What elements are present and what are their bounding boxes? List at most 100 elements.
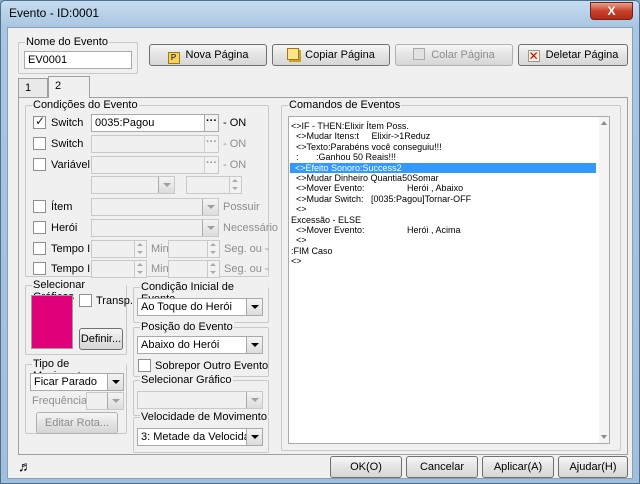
- hero-select[interactable]: [91, 219, 219, 237]
- item-checkbox[interactable]: [33, 200, 46, 213]
- frequency-label: Frequência:: [32, 395, 91, 407]
- command-line[interactable]: <>: [291, 256, 302, 266]
- switch2-suffix: - ON: [223, 138, 247, 150]
- item-select[interactable]: [91, 198, 219, 216]
- variable-suffix: - ON: [223, 159, 247, 171]
- scroll-up-icon[interactable]: [601, 121, 607, 125]
- timer2-checkbox[interactable]: [33, 262, 46, 275]
- command-line[interactable]: <>Mudar Itens:t Elixir->1Reduz: [291, 131, 430, 141]
- transp-checkbox[interactable]: [79, 294, 92, 307]
- variable-operator-select[interactable]: [91, 176, 175, 194]
- graphics-group: Selecionar Gráficos Transp. Definir...: [25, 279, 133, 355]
- timer2-min-label: Min: [151, 263, 169, 275]
- variable-label: Variável: [51, 159, 90, 171]
- spin-icon[interactable]: [207, 241, 219, 257]
- switch2-field[interactable]: ···: [91, 135, 219, 153]
- chevron-down-icon: [202, 199, 218, 215]
- tab-page-1[interactable]: 1: [18, 78, 48, 98]
- music-icon[interactable]: ♬: [18, 458, 32, 474]
- command-line[interactable]: <>Mover Evento: Herói , Acima: [291, 225, 461, 235]
- command-line[interactable]: <>IF - THEN:Elixir Ítem Poss.: [291, 121, 409, 131]
- switch2-checkbox[interactable]: [33, 137, 46, 150]
- title-bar[interactable]: Evento - ID:0001 X: [1, 1, 639, 25]
- timer1-min-stepper[interactable]: [91, 240, 147, 258]
- trigger-select[interactable]: Ao Toque do Herói: [137, 298, 263, 316]
- window-title: Evento - ID:0001: [9, 6, 100, 20]
- switch2-browse-button[interactable]: ···: [204, 136, 218, 152]
- tab-page-2[interactable]: 2: [48, 76, 90, 98]
- movement-type-select[interactable]: Ficar Parado: [30, 373, 124, 391]
- spin-icon[interactable]: [134, 241, 146, 257]
- timer2-min-stepper[interactable]: [91, 260, 147, 278]
- scroll-down-icon[interactable]: [601, 435, 607, 439]
- variable-value-stepper[interactable]: [186, 176, 242, 194]
- switch1-value: 0035:Pagou: [95, 117, 155, 129]
- position-select[interactable]: Abaixo do Herói: [137, 336, 263, 354]
- edit-route-button[interactable]: Editar Rota...: [36, 412, 118, 434]
- command-line[interactable]: <>: [291, 204, 307, 214]
- chevron-down-icon: [107, 374, 123, 390]
- select-graphic-select[interactable]: [137, 391, 263, 409]
- item-label: Ítem: [51, 201, 73, 213]
- delete-page-button[interactable]: ✕ Deletar Página: [518, 44, 628, 66]
- ok-button[interactable]: OK(O): [330, 456, 402, 478]
- copy-page-icon: [287, 48, 300, 60]
- cancel-button[interactable]: Cancelar: [406, 456, 478, 478]
- spin-icon[interactable]: [207, 261, 219, 277]
- paste-page-icon: [413, 48, 426, 60]
- command-line[interactable]: <>Mudar Switch: [0035:Pagou]Tornar-OFF: [291, 194, 471, 204]
- timer1-checkbox[interactable]: [33, 242, 46, 255]
- command-line[interactable]: : :Ganhou 50 Reais!!!: [291, 152, 396, 162]
- event-name-label: Nome do Evento: [25, 36, 109, 48]
- overlap-checkbox[interactable]: [138, 359, 151, 372]
- paste-page-button[interactable]: Colar Página: [395, 44, 513, 66]
- overlap-label: Sobrepor Outro Evento: [155, 360, 269, 372]
- chevron-down-icon: [246, 392, 262, 408]
- timer1-sec-stepper[interactable]: [168, 240, 220, 258]
- event-name-input[interactable]: EV0001: [24, 51, 132, 69]
- switch1-field[interactable]: 0035:Pagou ···: [91, 114, 219, 132]
- variable-checkbox[interactable]: [33, 158, 46, 171]
- speed-select[interactable]: 3: Metade da Velocidade: [137, 428, 263, 446]
- command-line[interactable]: <>Mudar Dinheiro Quantia50Somar: [291, 173, 439, 183]
- speed-title: Velocidade de Movimento: [140, 411, 268, 423]
- switch1-checkbox[interactable]: [33, 114, 46, 129]
- commands-list[interactable]: <>IF - THEN:Elixir Ítem Poss. <>Mudar It…: [288, 116, 610, 444]
- movement-type-value: Ficar Parado: [34, 376, 97, 388]
- transp-label: Transp.: [96, 295, 133, 307]
- command-line[interactable]: :FIM Caso: [291, 246, 333, 256]
- conditions-group: Condições do Evento Switch 0035:Pagou ··…: [25, 99, 278, 278]
- spin-icon[interactable]: [134, 261, 146, 277]
- help-button[interactable]: Ajudar(H): [558, 456, 628, 478]
- item-suffix: Possuir: [223, 201, 260, 213]
- command-line[interactable]: <>Mover Evento: Herói , Abaixo: [291, 183, 463, 193]
- event-graphic-preview[interactable]: [31, 295, 73, 349]
- timer2-sec-stepper[interactable]: [168, 260, 220, 278]
- hero-checkbox[interactable]: [33, 221, 46, 234]
- client-area: Nome do Evento EV0001 P Nova Página Copia…: [7, 27, 633, 479]
- switch2-label: Switch: [51, 138, 84, 150]
- trigger-value: Ao Toque do Herói: [141, 301, 232, 313]
- variable-browse-button[interactable]: ···: [204, 157, 218, 173]
- command-line[interactable]: <>: [291, 235, 307, 245]
- variable-field[interactable]: ···: [91, 156, 219, 174]
- switch1-label: Switch: [51, 117, 84, 129]
- new-page-icon: P: [167, 52, 180, 64]
- apply-button[interactable]: Aplicar(A): [482, 456, 554, 478]
- switch1-browse-button[interactable]: ···: [204, 115, 218, 131]
- copy-page-button[interactable]: Copiar Página: [272, 44, 390, 66]
- command-line[interactable]: <>Texto:Parabéns você conseguiu!!!: [291, 142, 442, 152]
- command-line[interactable]: <>Efeito Sonoro:Success2: [290, 162, 596, 173]
- command-line[interactable]: Excessão - ELSE: [291, 215, 361, 225]
- frequency-select[interactable]: [86, 392, 124, 410]
- new-page-button[interactable]: P Nova Página: [149, 44, 267, 66]
- commands-title: Comandos de Eventos: [288, 99, 402, 111]
- trigger-group: Condição Inicial de Evento Ao Toque do H…: [133, 281, 269, 323]
- commands-scrollbar[interactable]: [599, 117, 609, 443]
- page-panel: Condições do Evento Switch 0035:Pagou ··…: [18, 97, 628, 455]
- define-graphic-button[interactable]: Definir...: [79, 328, 123, 350]
- speed-value: 3: Metade da Velocidade: [141, 431, 263, 443]
- close-button[interactable]: X: [590, 2, 633, 20]
- spin-icon[interactable]: [229, 177, 241, 193]
- chevron-down-icon: [246, 299, 262, 315]
